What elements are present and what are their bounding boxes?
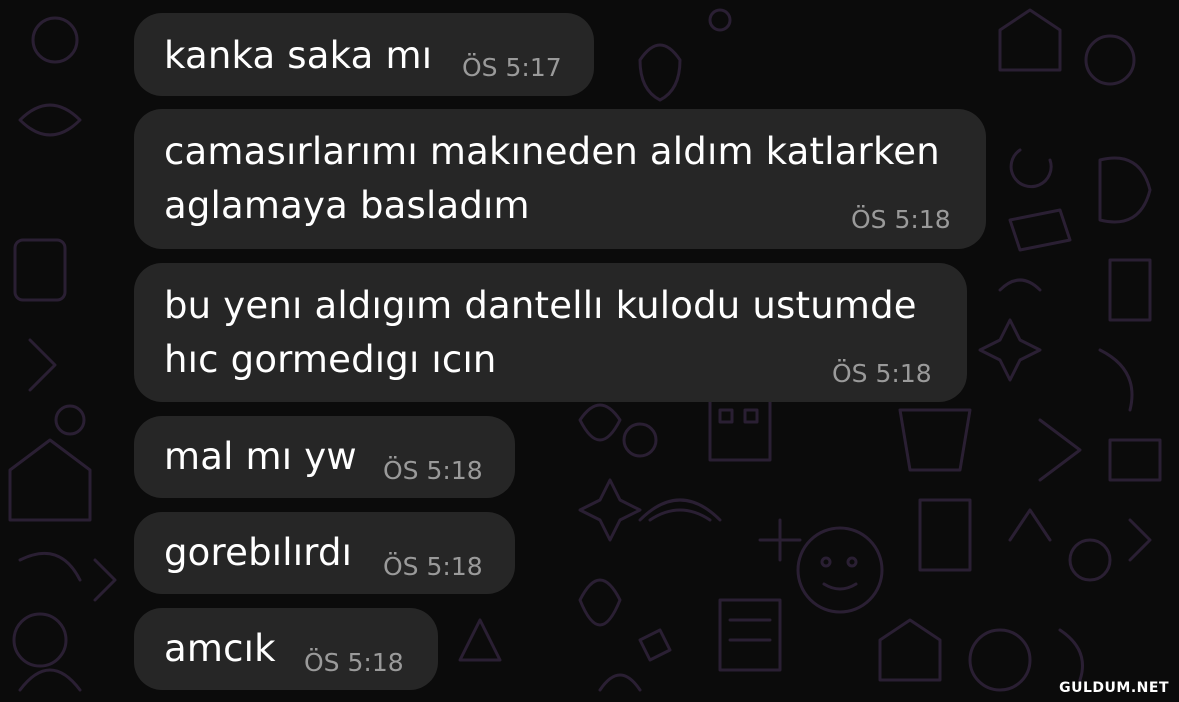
- message-text: hıc gormedıgı ıcın: [164, 338, 497, 381]
- message-timestamp: ÖS 5:17: [462, 53, 562, 82]
- message-bubble[interactable]: bu yenı aldıgım dantellı kulodu ustumde h…: [134, 263, 967, 402]
- message-timestamp: ÖS 5:18: [383, 456, 483, 485]
- message-bubble[interactable]: mal mı yw ÖS 5:18: [134, 416, 515, 498]
- message-bubble[interactable]: camasırlarımı makıneden aldım katlarken a…: [134, 109, 986, 249]
- message-timestamp: ÖS 5:18: [851, 205, 951, 234]
- message-bubble[interactable]: kanka saka mı ÖS 5:17: [134, 13, 594, 96]
- message-timestamp: ÖS 5:18: [383, 552, 483, 581]
- message-timestamp: ÖS 5:18: [304, 648, 404, 677]
- message-text: bu yenı aldıgım dantellı kulodu ustumde: [164, 284, 917, 327]
- message-text: kanka saka mı: [164, 34, 433, 77]
- message-text: mal mı yw: [164, 435, 357, 478]
- message-text: camasırlarımı makıneden aldım katlarken: [164, 130, 940, 173]
- message-timestamp: ÖS 5:18: [832, 359, 932, 388]
- message-bubble[interactable]: gorebılırdı ÖS 5:18: [134, 512, 515, 594]
- message-text: gorebılırdı: [164, 531, 353, 574]
- watermark: GULDUM.NET: [1059, 680, 1169, 696]
- message-text: amcık: [164, 627, 276, 670]
- message-text: aglamaya basladım: [164, 184, 530, 227]
- message-bubble[interactable]: amcık ÖS 5:18: [134, 608, 438, 690]
